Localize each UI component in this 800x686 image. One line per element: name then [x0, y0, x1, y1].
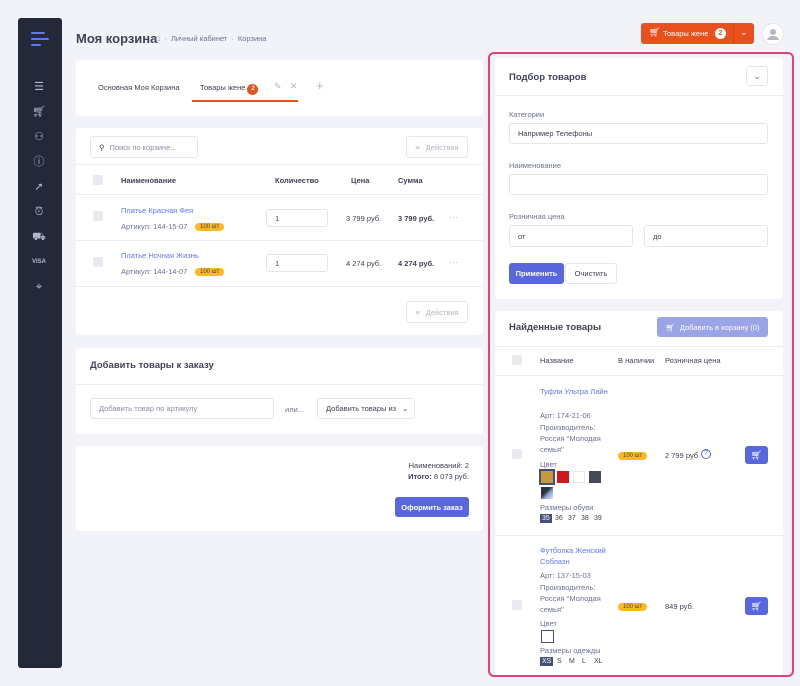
total-line: Итого: 8 073 руб. — [408, 472, 469, 481]
add-items-title: Добавить товары к заказу — [90, 360, 214, 371]
sidebar: ☰ 🛒︎ ⚇ ⓘ ➚ ⏰︎ ⛟ VISA ⌖ — [18, 18, 62, 668]
user-icon — [767, 29, 779, 40]
avatar[interactable] — [762, 23, 784, 45]
list-icon[interactable]: ☰ — [32, 80, 46, 94]
item-sum: 4 274 руб. — [398, 259, 435, 268]
alarm-icon[interactable]: ⏰︎ — [32, 205, 46, 219]
cart-icon: 🛒︎ — [649, 27, 661, 37]
search-input[interactable]: ⚲ Поиск по корзине... — [90, 136, 198, 158]
col-price: Цена — [351, 176, 370, 185]
items-count: Наименований: 2 — [408, 461, 469, 470]
truck-icon[interactable]: ⛟ — [32, 230, 46, 244]
location-icon[interactable]: ⌖ — [32, 280, 46, 294]
or-label: или... — [285, 405, 305, 414]
cart-icon[interactable]: 🛒︎ — [32, 105, 46, 119]
item-article: Артикул: 144-15-07 — [121, 222, 188, 231]
add-from-dropdown[interactable]: Добавить товары из ⌄ — [317, 398, 415, 419]
item-sum: 3 799 руб. — [398, 214, 435, 223]
cursor-icon[interactable]: ➚ — [32, 180, 46, 194]
add-items-card: Добавить товары к заказу Добавить товар … — [76, 348, 483, 434]
col-name: Наименование — [121, 176, 177, 185]
select-all-checkbox[interactable] — [93, 175, 103, 185]
tab-main-cart[interactable]: Основная Моя Корзина — [98, 83, 180, 92]
lines-icon: ≡ — [415, 307, 420, 317]
row-checkbox[interactable] — [93, 257, 103, 267]
row-checkbox[interactable] — [93, 211, 103, 221]
actions-button-bottom[interactable]: ≡ Действия — [406, 301, 468, 323]
summary-card: Наименований: 2 Итого: 8 073 руб. Оформи… — [76, 446, 483, 531]
quantity-input[interactable]: 1 — [266, 209, 328, 227]
item-name-link[interactable]: Платье Красная Фея — [121, 206, 193, 215]
home-icon[interactable]: ⌂ — [155, 33, 160, 43]
tab-wife-items[interactable]: Товары жене 2 — [200, 83, 259, 95]
stock-badge: 100 шт — [195, 268, 225, 276]
item-article: Артикул: 144-14-07 — [121, 267, 188, 276]
breadcrumb-cart[interactable]: Корзина — [238, 34, 267, 43]
quantity-input[interactable]: 1 — [266, 254, 328, 272]
visa-icon[interactable]: VISA — [32, 255, 46, 269]
tabs-card: Основная Моя Корзина Товары жене 2 ✎ ✕ + — [76, 60, 483, 116]
stock-badge: 100 шт — [195, 223, 225, 231]
pencil-icon[interactable]: ✎ — [274, 81, 282, 92]
item-price: 4 274 руб. — [346, 259, 382, 268]
search-icon: ⚲ — [99, 142, 105, 152]
breadcrumb: ⌂ · Личный кабинет · Корзина — [155, 33, 267, 43]
item-name-link[interactable]: Платье Ночная Жизнь — [121, 251, 199, 260]
lines-icon: ≡ — [415, 142, 420, 152]
article-input[interactable]: Добавить товар по артикулу — [90, 398, 274, 419]
cart-card: ⚲ Поиск по корзине... ≡ Действия Наименов… — [76, 128, 483, 335]
chevron-down-icon[interactable]: ⌄ — [740, 27, 748, 38]
item-price: 3 799 руб. — [346, 214, 382, 223]
breadcrumb-cabinet[interactable]: Личный кабинет — [171, 34, 227, 43]
user-plus-icon[interactable]: ⚇ — [32, 130, 46, 144]
more-icon[interactable]: ··· — [449, 212, 458, 222]
highlight-frame — [488, 52, 794, 677]
tab-badge: 2 — [247, 84, 259, 95]
actions-button[interactable]: ≡ Действия — [406, 136, 468, 158]
chevron-down-icon: ⌄ — [402, 404, 409, 413]
cart-count-badge: 2 — [715, 28, 726, 39]
close-icon[interactable]: ✕ — [290, 81, 298, 92]
page-title: Моя корзина — [76, 31, 158, 46]
checkout-button[interactable]: Оформить заказ — [395, 497, 469, 517]
cart-switch-label: Товары жене — [663, 29, 709, 38]
more-icon[interactable]: ··· — [449, 257, 458, 267]
tab-label: Товары жене — [200, 83, 246, 92]
info-icon[interactable]: ⓘ — [32, 155, 46, 169]
cart-switch-button[interactable]: 🛒︎ Товары жене 2 ⌄ — [641, 23, 754, 44]
col-sum: Сумма — [398, 176, 423, 185]
menu-toggle-icon[interactable] — [31, 32, 49, 46]
add-tab-icon[interactable]: + — [316, 78, 324, 93]
col-qty: Количество — [275, 176, 319, 185]
